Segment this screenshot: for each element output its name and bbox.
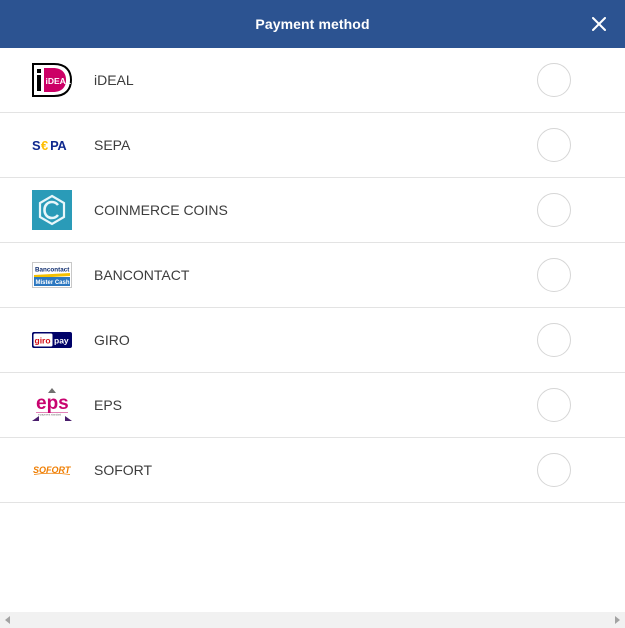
svg-text:e-payment standard: e-payment standard xyxy=(38,413,62,417)
radio-button[interactable] xyxy=(537,453,571,487)
scroll-left-arrow[interactable] xyxy=(0,612,16,628)
modal-header: Payment method xyxy=(0,0,625,48)
payment-option-label: EPS xyxy=(94,397,123,413)
sepa-logo: S € PA xyxy=(32,125,72,165)
payment-option-bancontact[interactable]: Bancontact Mister Cash BANCONTACT xyxy=(0,243,625,308)
payment-option-label: SOFORT xyxy=(94,462,153,478)
svg-text:pay: pay xyxy=(54,336,69,346)
payment-option-label: COINMERCE COINS xyxy=(94,202,228,218)
close-icon xyxy=(592,17,606,31)
radio-button[interactable] xyxy=(537,63,571,97)
payment-option-label: BANCONTACT xyxy=(94,267,190,283)
radio-button[interactable] xyxy=(537,388,571,422)
page-title: Payment method xyxy=(255,16,370,32)
payment-method-modal: Payment method iDEAL iDEAL S € PA SEPA C… xyxy=(0,0,625,628)
svg-text:iDEAL: iDEAL xyxy=(46,76,72,86)
svg-text:S: S xyxy=(32,138,41,153)
giropay-logo: giro pay xyxy=(32,320,72,360)
payment-option-ideal[interactable]: iDEAL iDEAL xyxy=(0,48,625,113)
radio-button[interactable] xyxy=(537,128,571,162)
horizontal-scrollbar[interactable] xyxy=(0,612,625,628)
payment-option-sofort[interactable]: SOFORT SOFORT xyxy=(0,438,625,503)
payment-option-label: SEPA xyxy=(94,137,131,153)
payment-option-eps[interactable]: eps e-payment standard EPS xyxy=(0,373,625,438)
svg-text:eps: eps xyxy=(36,393,69,414)
ideal-logo: iDEAL xyxy=(32,60,72,100)
close-button[interactable] xyxy=(587,12,611,36)
radio-button[interactable] xyxy=(537,323,571,357)
svg-text:€: € xyxy=(41,138,48,153)
sofort-logo: SOFORT xyxy=(32,450,72,490)
coinmerce-logo xyxy=(32,190,72,230)
radio-button[interactable] xyxy=(537,258,571,292)
payment-option-label: iDEAL xyxy=(94,72,134,88)
scroll-right-arrow[interactable] xyxy=(609,612,625,628)
svg-text:giro: giro xyxy=(35,336,51,346)
svg-text:PA: PA xyxy=(50,138,66,153)
chevron-right-icon xyxy=(615,616,620,624)
svg-text:Mister Cash: Mister Cash xyxy=(36,280,70,286)
svg-text:Bancontact: Bancontact xyxy=(35,267,70,274)
payment-option-coinmerce-coins[interactable]: COINMERCE COINS xyxy=(0,178,625,243)
eps-logo: eps e-payment standard xyxy=(32,385,72,425)
bancontact-logo: Bancontact Mister Cash xyxy=(32,255,72,295)
chevron-left-icon xyxy=(5,616,10,624)
payment-option-giro[interactable]: giro pay GIRO xyxy=(0,308,625,373)
payment-method-list: iDEAL iDEAL S € PA SEPA COINMERCE COINS … xyxy=(0,48,625,503)
payment-option-sepa[interactable]: S € PA SEPA xyxy=(0,113,625,178)
payment-option-label: GIRO xyxy=(94,332,130,348)
radio-button[interactable] xyxy=(537,193,571,227)
